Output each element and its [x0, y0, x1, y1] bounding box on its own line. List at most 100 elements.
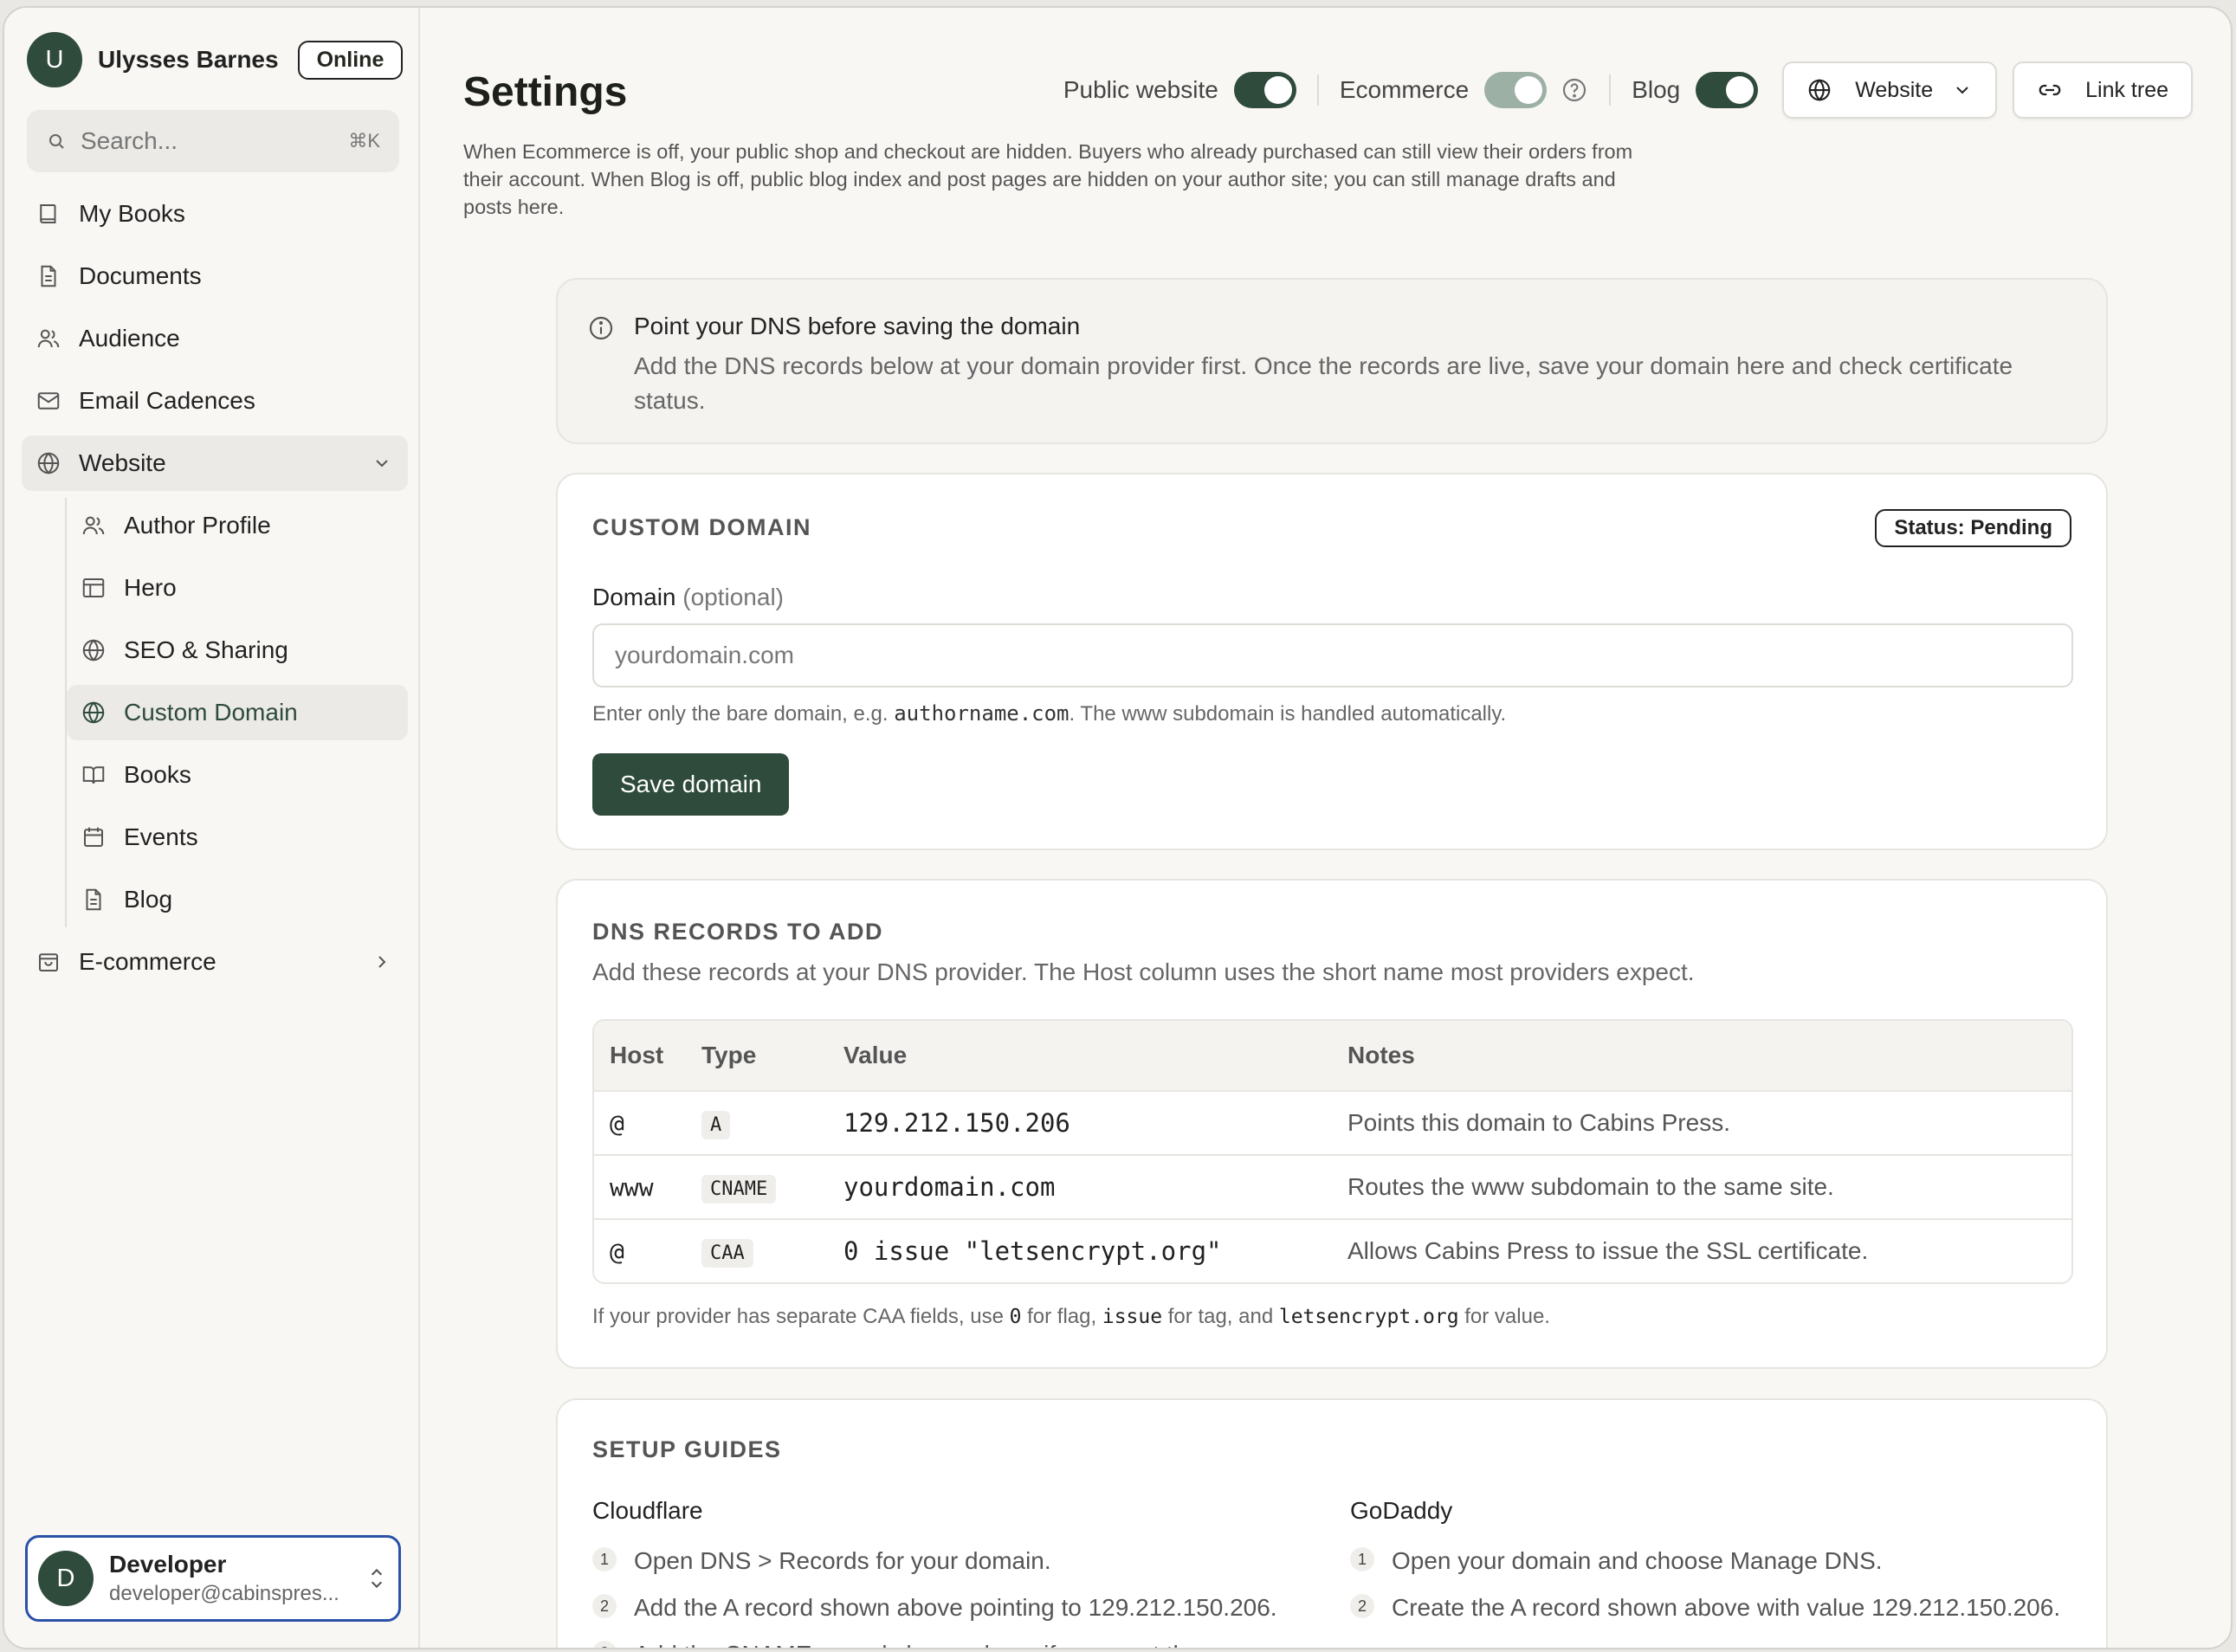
table-header-row: Host Type Value Notes: [594, 1021, 2071, 1090]
column-header-value: Value: [843, 1042, 908, 1068]
step-number: 2: [592, 1594, 617, 1618]
row-type: A: [701, 1111, 731, 1139]
info-title: Point your DNS before saving the domain: [634, 313, 1081, 339]
guide-title: Cloudflare: [592, 1497, 703, 1524]
column-header-host: Host: [610, 1042, 664, 1068]
layout-icon: [82, 578, 105, 597]
domain-label-text: Domain: [592, 584, 676, 610]
caa-note-text: for value.: [1464, 1305, 1550, 1328]
caa-note-code: issue: [1102, 1306, 1163, 1328]
open-book-icon: [82, 766, 105, 784]
help-icon[interactable]: [1561, 76, 1588, 104]
guide-step: 1 Open DNS > Records for your domain.: [592, 1544, 1320, 1578]
user-avatar[interactable]: U: [27, 32, 82, 87]
search-shortcut: ⌘K: [348, 130, 380, 152]
chevron-down-icon: [1956, 87, 1968, 94]
sidebar-item-label: Books: [124, 761, 191, 788]
sidebar-item-custom-domain[interactable]: Custom Domain: [67, 685, 408, 740]
search-placeholder: Search...: [81, 127, 178, 154]
document-icon: [41, 265, 56, 287]
dns-info-callout: Point your DNS before saving the domain …: [556, 278, 2108, 444]
document-icon: [86, 888, 101, 911]
chevron-down-icon[interactable]: [372, 453, 392, 474]
sidebar-item-events[interactable]: Events: [67, 810, 408, 865]
caa-note-text: for tag, and: [1167, 1305, 1274, 1328]
caa-note-code: 0: [1009, 1306, 1022, 1328]
sidebar-item-label: Blog: [124, 886, 173, 913]
sidebar-item-ecommerce[interactable]: E-commerce: [22, 934, 408, 990]
sidebar-item-blog[interactable]: Blog: [67, 872, 408, 927]
users-icon: [82, 516, 105, 535]
step-text: Create the A record shown above with val…: [1392, 1594, 2061, 1621]
globe-icon: [1808, 79, 1831, 101]
hint-text: . The www subdomain is handled automatic…: [1069, 702, 1507, 726]
sidebar-item-hero[interactable]: Hero: [67, 560, 408, 616]
user-header: U Ulysses Barnes Online: [27, 32, 404, 87]
row-value[interactable]: 129.212.150.206: [843, 1108, 1347, 1138]
account-text: Developer developer@cabinspres...: [109, 1551, 365, 1606]
domain-label-optional: (optional): [682, 584, 784, 610]
globe-icon: [82, 639, 105, 661]
save-domain-button[interactable]: Save domain: [592, 753, 790, 816]
domain-label: Domain (optional): [592, 584, 784, 611]
row-host: @: [610, 1108, 624, 1138]
sidebar-item-label: My Books: [79, 200, 185, 227]
custom-domain-title: CUSTOM DOMAIN: [592, 514, 811, 540]
search-box[interactable]: Search... ⌘K: [27, 110, 399, 172]
step-number: 3: [592, 1641, 617, 1648]
settings-toolbar: Public website Ecommerce Blog Website Li…: [1063, 61, 2193, 119]
dns-records-title: DNS RECORDS TO ADD: [592, 919, 884, 945]
shopping-bag-icon: [39, 953, 58, 971]
link-tree-button[interactable]: Link tree: [2013, 61, 2193, 119]
account-email: developer@cabinspres...: [109, 1582, 339, 1605]
guide-title: GoDaddy: [1350, 1497, 1453, 1524]
chevron-up-down-icon: [371, 1568, 383, 1589]
globe-icon: [37, 452, 60, 474]
sidebar-item-website[interactable]: Website: [22, 436, 408, 491]
sidebar-item-audience[interactable]: Audience: [22, 311, 408, 366]
setup-guides-title: SETUP GUIDES: [592, 1436, 782, 1462]
globe-icon: [82, 701, 105, 724]
row-value[interactable]: yourdomain.com: [843, 1172, 1347, 1202]
toolbar-divider: [1609, 74, 1612, 106]
row-type: CNAME: [701, 1175, 777, 1204]
info-icon: [589, 316, 613, 340]
account-switcher[interactable]: D Developer developer@cabinspres...: [25, 1535, 401, 1622]
public-website-toggle[interactable]: [1233, 72, 1296, 108]
chevron-right-icon[interactable]: [372, 952, 392, 972]
sidebar-item-email-cadences[interactable]: Email Cadences: [22, 373, 408, 429]
account-name: Developer: [109, 1551, 227, 1578]
search-icon: [49, 134, 64, 149]
status-badge: Status: Pending: [1875, 509, 2071, 547]
sidebar-item-documents[interactable]: Documents: [22, 248, 408, 304]
main-content: Settings Public website Ecommerce Blog W…: [422, 8, 2231, 1648]
domain-input[interactable]: [592, 623, 2073, 687]
dns-records-table: Host Type Value Notes @ A 129.212.150.20…: [592, 1019, 2073, 1284]
sidebar-item-label: SEO & Sharing: [124, 636, 288, 663]
guide-step: 3 Add the CNAME record shown above if you…: [592, 1637, 1320, 1648]
sidebar-nav: My Books Documents Audience Email Cadenc…: [22, 186, 408, 997]
hint-code: authorname.com: [894, 701, 1070, 726]
hint-text: Enter only the bare domain, e.g.: [592, 702, 889, 726]
info-body: Add the DNS records below at your domain…: [634, 352, 2013, 414]
row-host: www: [610, 1172, 654, 1202]
sidebar-item-seo-sharing[interactable]: SEO & Sharing: [67, 623, 408, 678]
toolbar-divider: [1316, 74, 1319, 106]
calendar-icon: [84, 827, 103, 847]
ecommerce-toggle[interactable]: [1484, 72, 1548, 108]
row-value[interactable]: 0 issue "letsencrypt.org": [843, 1236, 1347, 1266]
guide-cloudflare: Cloudflare 1 Open DNS > Records for your …: [592, 1497, 1320, 1648]
users-icon: [37, 329, 60, 348]
column-header-notes: Notes: [1347, 1042, 1415, 1068]
blog-toggle[interactable]: [1696, 72, 1759, 108]
sidebar-item-label: Hero: [124, 574, 177, 601]
guide-step: 2 Create the A record shown above with va…: [1350, 1591, 2078, 1625]
sidebar-item-my-books[interactable]: My Books: [22, 186, 408, 242]
sidebar-item-books[interactable]: Books: [67, 747, 408, 803]
sidebar-item-author-profile[interactable]: Author Profile: [67, 498, 408, 553]
step-number: 1: [592, 1547, 617, 1571]
user-name: Ulysses Barnes: [98, 46, 279, 73]
online-status-badge[interactable]: Online: [297, 40, 404, 80]
website-submenu: Author Profile Hero SEO & Sharing Custom…: [65, 498, 408, 927]
website-dropdown-button[interactable]: Website: [1782, 61, 1998, 119]
